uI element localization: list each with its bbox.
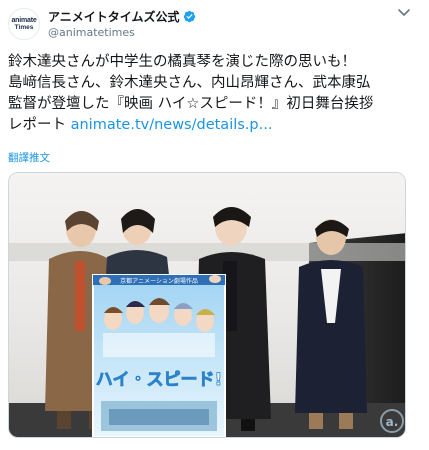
tweet-text-line: レポート animate.tv/news/details.p... xyxy=(8,115,423,136)
avatar-logo-text: animate xyxy=(11,16,37,24)
poster-banner: 京都アニメーション劇場作品 xyxy=(120,277,198,285)
tweet-text-prefix: レポート xyxy=(8,117,71,133)
user-handle[interactable]: @animatetimes xyxy=(48,26,196,39)
avatar-logo-subtext: Times xyxy=(14,23,34,31)
stage-photo: 京都アニメーション劇場作品 ハイ・スピード! a. xyxy=(9,173,405,437)
tweet-text-line: 鈴木達央さんが中学生の橘真琴を演じた際の思いも！ xyxy=(8,54,356,70)
verified-badge-icon xyxy=(183,10,195,22)
photo-watermark: a. xyxy=(386,415,399,429)
avatar[interactable]: animate Times xyxy=(8,8,40,40)
article-link[interactable]: animate.tv/news/details.p... xyxy=(71,117,273,133)
translate-tweet-link[interactable]: 翻譯推文 xyxy=(8,150,50,165)
tweet-photo[interactable]: 京都アニメーション劇場作品 ハイ・スピード! a. xyxy=(8,172,406,438)
tweet-card[interactable]: animate Times アニメイトタイムズ公式 @animatetimes … xyxy=(0,0,429,450)
tweet-text: 鈴木達央さんが中学生の橘真琴を演じた際の思いも！ 島﨑信長さん、鈴木達央さん、内… xyxy=(8,52,423,136)
poster-title: ハイ・スピード! xyxy=(96,370,222,390)
tweet-text-line: 島﨑信長さん、鈴木達央さん、内山昂輝さん、武本康弘 xyxy=(8,75,371,91)
author-block[interactable]: アニメイトタイムズ公式 @animatetimes xyxy=(48,8,196,39)
tweet-text-line: 監督が登壇した『映画 ハイ☆スピード！』初日舞台挨拶 xyxy=(8,96,374,112)
movie-poster: 京都アニメーション劇場作品 ハイ・スピード! xyxy=(92,274,226,437)
display-name[interactable]: アニメイトタイムズ公式 xyxy=(48,8,180,25)
chevron-down-icon[interactable] xyxy=(397,8,411,18)
